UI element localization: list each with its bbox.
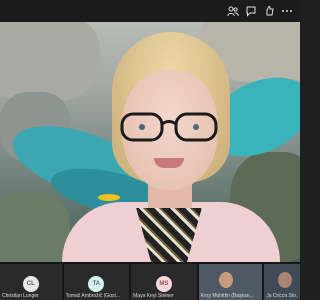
participant-strip: CL Christian Lunger TA Tomaž Ambrožič (G… — [0, 262, 300, 300]
participant-name: Ja Cricca Sto... — [266, 293, 298, 299]
participant-name: Christian Lunger — [2, 293, 39, 299]
background-rock — [0, 22, 100, 102]
participant-name: Kırış Muhittin (Başkan... — [200, 293, 254, 299]
more-icon[interactable] — [280, 4, 294, 18]
participant-tile[interactable]: CL Christian Lunger — [0, 264, 62, 300]
kayak — [98, 194, 120, 201]
participant-name: Maya Keyi Steiner — [133, 293, 174, 299]
participant-tile[interactable]: TA Tomaž Ambrožič (Gost... — [63, 264, 130, 300]
meeting-toolbar — [0, 0, 300, 22]
background-rock — [0, 192, 70, 262]
chat-icon[interactable] — [244, 4, 258, 18]
participant-video-thumbnail — [278, 272, 293, 288]
participant-video-tile[interactable]: Kırış Muhittin (Başkan... — [198, 264, 263, 300]
participant-video-thumbnail — [218, 272, 233, 288]
people-icon[interactable] — [226, 4, 240, 18]
main-speaker-video[interactable] — [0, 22, 300, 262]
avatar: CL — [22, 276, 39, 292]
participant-video-tile[interactable]: Ja Cricca Sto... — [264, 264, 300, 300]
participant-tile[interactable]: MS Maya Keyi Steiner — [131, 264, 197, 300]
reactions-icon[interactable] — [262, 4, 276, 18]
participant-name: Tomaž Ambrožič (Gost... — [65, 293, 121, 299]
avatar: TA — [88, 276, 105, 292]
avatar: MS — [155, 276, 172, 292]
glasses-icon — [120, 112, 218, 142]
